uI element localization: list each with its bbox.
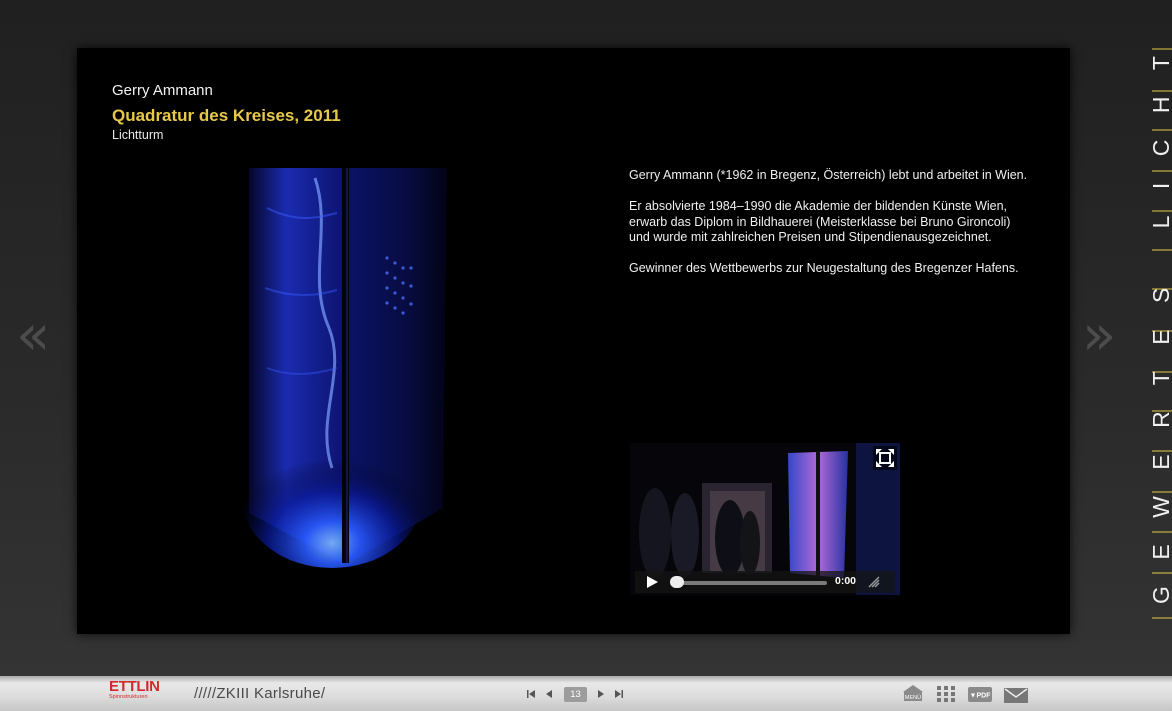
video-player[interactable]: 0:00 [630,443,900,595]
first-page-icon[interactable] [526,687,536,701]
ettlin-logo-tagline: Spinnstrukturen [109,694,148,700]
bio-paragraph: Gewinner des Wettbewerbs zur Neugestaltu… [629,261,1019,276]
page-number[interactable]: 13 [564,687,587,702]
menu-icon[interactable]: MENÜ [901,684,925,702]
content-panel: Gerry Ammann Quadratur des Kreises, 2011… [77,48,1070,634]
bio-paragraph: Er absolvierte 1984–1990 die Akademie de… [629,199,1011,245]
side-title-text: GEWERTES LICHT [1152,56,1172,604]
previous-page-arrow[interactable]: « [16,308,50,364]
menu-icon-label: MENÜ [905,694,921,701]
next-page-arrow[interactable]: » [1082,308,1116,364]
grid-icon[interactable] [937,686,955,702]
video-progress-handle[interactable] [670,576,684,588]
pdf-icon[interactable]: ▼PDF [968,687,992,702]
ettlin-logo-name: ETTLIN [109,678,160,695]
volume-icon[interactable] [867,575,881,589]
last-page-icon[interactable] [614,687,624,701]
footer-toolbar: ETTLIN Spinnstrukturen /////ZKIII Karlsr… [0,676,1172,711]
zkm-logo[interactable]: /////ZKIII Karlsruhe/ [194,685,325,702]
next-page-icon[interactable] [596,687,606,701]
bio-paragraph: Gerry Ammann (*1962 in Bregenz, Österrei… [629,168,1028,182]
video-time: 0:00 [835,575,857,587]
prev-page-icon[interactable] [544,687,554,701]
fullscreen-icon[interactable] [873,446,897,470]
video-progress-bar[interactable] [671,581,827,585]
play-icon[interactable] [645,575,659,589]
mail-icon[interactable] [1004,688,1028,703]
side-title: GEWERTES LICHT [1152,48,1172,619]
artist-name: Gerry Ammann [112,82,213,99]
artwork-image [237,168,457,573]
artist-bio: Gerry Ammann (*1962 in Bregenz, Österrei… [629,168,1034,292]
pdf-icon-label: ▼PDF [970,693,992,700]
ettlin-logo[interactable]: ETTLIN Spinnstrukturen [109,679,175,705]
artwork-subtitle: Lichtturm [112,128,164,142]
video-controls: 0:00 [635,571,895,593]
artwork-title: Quadratur des Kreises, 2011 [112,106,341,125]
